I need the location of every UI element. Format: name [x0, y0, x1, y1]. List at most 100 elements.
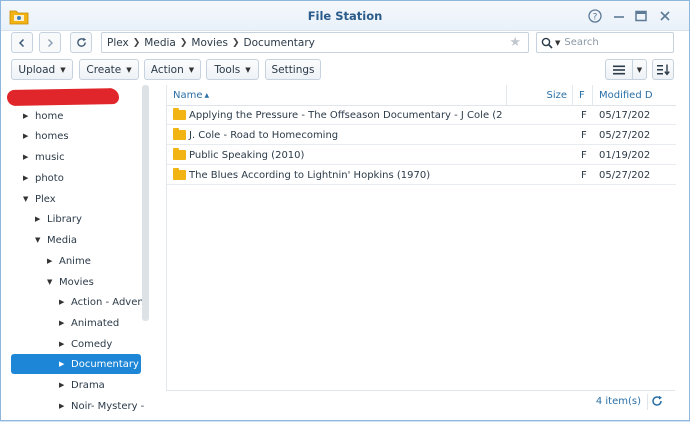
- file-type: F: [581, 129, 587, 141]
- file-size: [513, 145, 569, 165]
- expand-arrow-icon[interactable]: ▶: [23, 174, 35, 182]
- folder-icon: [173, 148, 186, 160]
- expand-arrow-icon[interactable]: ▶: [47, 257, 59, 265]
- breadcrumb-movies[interactable]: Movies: [191, 37, 228, 49]
- tree-item-library[interactable]: ▶ Library: [35, 209, 82, 229]
- breadcrumb-separator-icon: ❯: [231, 37, 240, 48]
- minimize-icon[interactable]: [611, 8, 627, 24]
- tree-item-comedy[interactable]: ▶ Comedy: [59, 334, 112, 354]
- file-name-cell: J. Cole - Road to Homecoming: [173, 125, 503, 145]
- table-row[interactable]: Public Speaking (2010) F 01/19/202: [167, 145, 676, 165]
- upload-button[interactable]: Upload ▼: [11, 59, 73, 80]
- tree-item-label: homes: [35, 130, 69, 142]
- file-modified: 05/27/202: [599, 169, 651, 181]
- file-name-cell: Applying the Pressure - The Offseason Do…: [173, 105, 503, 125]
- refresh-icon: [76, 37, 86, 47]
- tree-item-photo[interactable]: ▶ photo: [23, 168, 64, 188]
- view-mode-button[interactable]: [605, 59, 633, 80]
- forward-button[interactable]: [39, 32, 61, 53]
- back-button[interactable]: [11, 32, 33, 53]
- close-icon[interactable]: [657, 8, 673, 24]
- expand-arrow-icon[interactable]: ▶: [59, 319, 71, 327]
- maximize-icon[interactable]: [633, 8, 649, 24]
- path-bar[interactable]: Plex ❯ Media ❯ Movies ❯ Documentary ★: [101, 32, 529, 53]
- tree-item-noir-mystery[interactable]: ▶ Noir- Mystery -: [59, 396, 144, 416]
- tree-item-media[interactable]: ▼ Media: [35, 230, 77, 250]
- table-row[interactable]: J. Cole - Road to Homecoming F 05/27/202: [167, 125, 676, 145]
- expand-arrow-icon[interactable]: ▶: [59, 402, 71, 410]
- sort-ascending-icon: ▲: [204, 91, 210, 99]
- column-header-name[interactable]: Name ▲: [167, 85, 507, 105]
- tree-item-action-adventure[interactable]: ▶ Action - Advent: [59, 292, 148, 312]
- file-list-header: Name ▲ Size F Modified D: [167, 85, 676, 106]
- sidebar-scrollbar[interactable]: [142, 85, 149, 321]
- favorite-star-icon[interactable]: ★: [509, 35, 521, 50]
- expand-arrow-icon[interactable]: ▶: [23, 153, 35, 161]
- expand-arrow-icon[interactable]: ▶: [59, 381, 71, 389]
- view-mode-dropdown[interactable]: ▼: [632, 59, 647, 80]
- tree-item-plex[interactable]: ▼ Plex: [23, 189, 56, 209]
- table-row[interactable]: The Blues According to Lightnin' Hopkins…: [167, 165, 676, 185]
- search-dropdown-icon[interactable]: ▼: [555, 39, 560, 47]
- column-header-modified[interactable]: Modified D: [593, 85, 676, 105]
- tree-item-drama[interactable]: ▶ Drama: [59, 375, 105, 395]
- refresh-list-icon[interactable]: [651, 395, 665, 409]
- file-list: Name ▲ Size F Modified D Applying the Pre…: [166, 85, 676, 390]
- collapse-arrow-icon[interactable]: ▼: [35, 236, 47, 244]
- collapse-arrow-icon[interactable]: ▼: [47, 278, 59, 286]
- breadcrumb-separator-icon: ❯: [132, 37, 141, 48]
- expand-arrow-icon[interactable]: ▶: [59, 360, 71, 368]
- column-header-size[interactable]: Size: [507, 85, 573, 105]
- search-input[interactable]: [564, 37, 665, 48]
- expand-arrow-icon[interactable]: ▶: [59, 340, 71, 348]
- create-label: Create: [86, 63, 122, 76]
- tools-button[interactable]: Tools ▼: [206, 59, 259, 80]
- breadcrumb-documentary[interactable]: Documentary: [243, 37, 314, 49]
- settings-button[interactable]: Settings: [265, 59, 321, 80]
- tree-item-movies[interactable]: ▼ Movies: [47, 272, 94, 292]
- title-bar: File Station ?: [1, 1, 689, 31]
- file-modified: 01/19/202: [599, 149, 651, 161]
- file-name: Public Speaking (2010): [189, 149, 305, 161]
- breadcrumb-plex[interactable]: Plex: [107, 37, 129, 49]
- tree-item-label: Comedy: [71, 338, 113, 350]
- tree-item-music[interactable]: ▶ music: [23, 147, 65, 167]
- expand-arrow-icon[interactable]: ▶: [23, 132, 35, 140]
- tree-item-home[interactable]: ▶ home: [23, 106, 63, 126]
- tree-item-homes[interactable]: ▶ homes: [23, 126, 69, 146]
- expand-arrow-icon[interactable]: ▶: [59, 298, 71, 306]
- caret-down-icon: ▼: [245, 65, 251, 74]
- create-button[interactable]: Create ▼: [79, 59, 139, 80]
- tree-item-label: Drama: [71, 379, 105, 391]
- breadcrumb-media[interactable]: Media: [144, 37, 176, 49]
- caret-down-icon: ▼: [188, 65, 195, 74]
- tree-item-label: Animated: [71, 317, 120, 329]
- tree-item-label: Anime: [59, 255, 91, 267]
- upload-label: Upload: [18, 63, 56, 76]
- collapse-arrow-icon[interactable]: ▼: [23, 195, 35, 203]
- file-name-cell: Public Speaking (2010): [173, 145, 503, 165]
- expand-arrow-icon[interactable]: ▶: [23, 112, 35, 120]
- chevron-left-icon: [18, 38, 25, 47]
- item-count: 4 item(s): [595, 396, 641, 407]
- column-label: Name: [173, 89, 203, 101]
- sort-button[interactable]: [652, 59, 674, 80]
- tree-item-label: Media: [47, 234, 78, 246]
- folder-icon: [173, 108, 186, 120]
- column-header-type[interactable]: F: [573, 85, 593, 105]
- column-label: Modified D: [599, 89, 653, 101]
- caret-down-icon: ▼: [60, 65, 66, 74]
- breadcrumb-separator-icon: ❯: [179, 37, 188, 48]
- refresh-button[interactable]: [70, 32, 92, 53]
- tree-item-documentary[interactable]: ▶ Documentary: [11, 354, 141, 374]
- action-button[interactable]: Action ▼: [144, 59, 201, 80]
- expand-arrow-icon[interactable]: ▶: [35, 215, 47, 223]
- file-name-cell: The Blues According to Lightnin' Hopkins…: [173, 165, 503, 185]
- caret-down-icon: ▼: [636, 65, 643, 74]
- tree-item-anime[interactable]: ▶ Anime: [47, 251, 91, 271]
- search-box[interactable]: ▼: [536, 32, 674, 53]
- table-row[interactable]: Applying the Pressure - The Offseason Do…: [167, 105, 676, 125]
- folder-icon: [173, 128, 186, 140]
- tree-item-animated[interactable]: ▶ Animated: [59, 313, 119, 333]
- help-icon[interactable]: ?: [587, 8, 603, 24]
